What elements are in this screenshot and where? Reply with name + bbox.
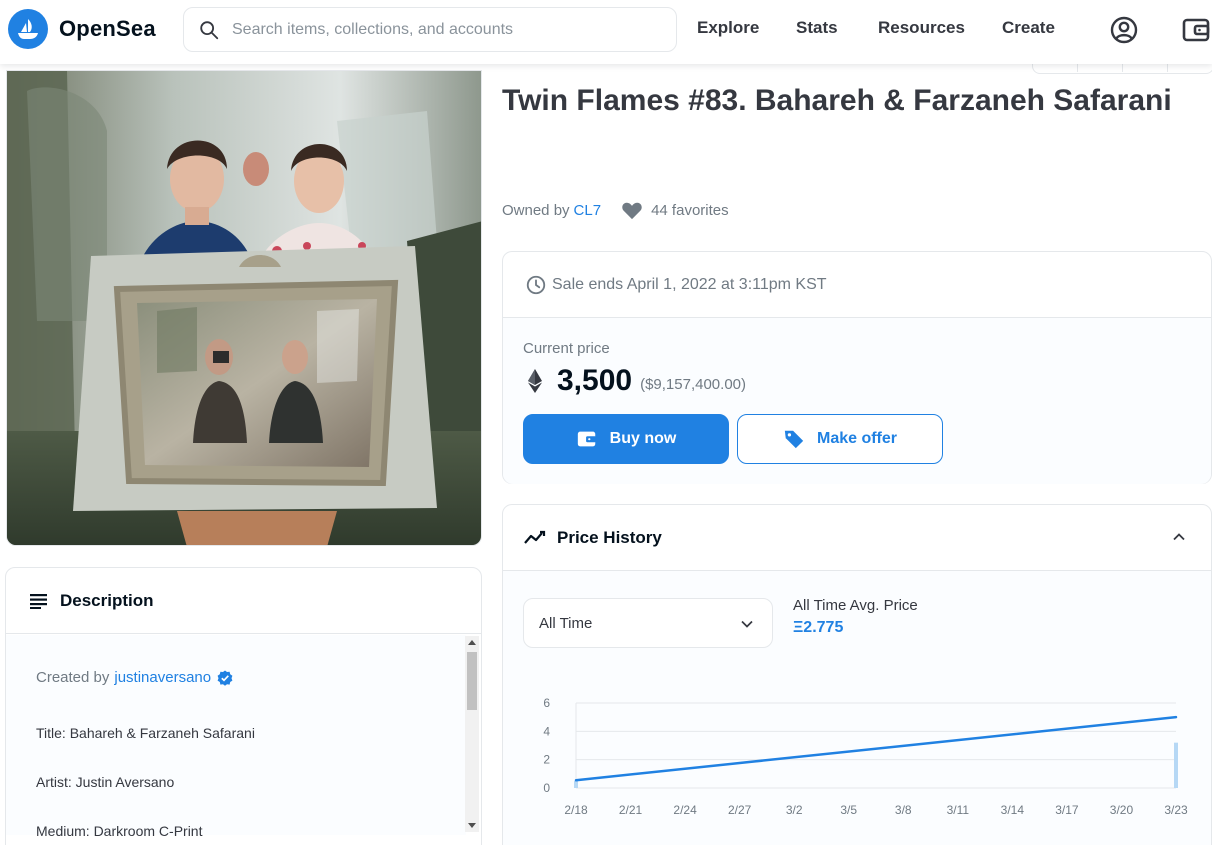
search-bar[interactable]: [183, 7, 677, 52]
price-row: 3,500 ($9,157,400.00): [527, 364, 746, 398]
owner-link[interactable]: CL7: [574, 202, 602, 219]
item-title: Twin Flames #83. Bahareh & Farzaneh Safa…: [502, 84, 1172, 117]
buy-now-label: Buy now: [609, 430, 677, 447]
chevron-up-icon[interactable]: [1171, 529, 1187, 545]
price-history-title: Price History: [557, 527, 662, 547]
clock-icon: [526, 275, 546, 294]
chart-price-line: [574, 715, 1178, 782]
nav-stats[interactable]: Stats: [796, 18, 838, 38]
nft-artwork-image[interactable]: [6, 70, 482, 546]
chart-x-tick-label: 3/14: [1001, 803, 1025, 817]
chart-y-tick-label: 6: [543, 696, 550, 710]
chart-y-tick-label: 0: [543, 781, 550, 795]
created-by-row: Created by justinaversano: [36, 669, 233, 686]
creator-link[interactable]: justinaversano: [114, 669, 211, 686]
scroll-thumb[interactable]: [467, 652, 477, 710]
wallet-icon[interactable]: [1180, 14, 1212, 46]
chart-volume-bar: [1174, 742, 1178, 788]
price-amount: 3,500: [557, 364, 633, 397]
menu-lines-icon: [30, 593, 47, 609]
brand-logo[interactable]: OpenSea: [8, 9, 156, 49]
price-section: Current price 3,500 ($9,157,400.00) Buy …: [503, 318, 1211, 484]
ethereum-icon: [528, 369, 542, 393]
favorites-count: 44 favorites: [651, 201, 729, 219]
avg-price-label: All Time Avg. Price: [793, 597, 918, 614]
sale-ends-row: Sale ends April 1, 2022 at 3:11pm KST: [503, 252, 1211, 318]
chart-x-tick-label: 3/23: [1164, 803, 1188, 817]
time-range-select[interactable]: All Time: [523, 598, 773, 648]
search-input[interactable]: [232, 20, 652, 39]
description-scrollbar[interactable]: [465, 636, 479, 832]
chart-x-tick-label: 3/11: [947, 803, 970, 817]
wallet-icon: [577, 431, 596, 447]
scroll-up-arrow-icon[interactable]: [468, 640, 476, 645]
make-offer-button[interactable]: Make offer: [737, 414, 943, 464]
buy-now-button[interactable]: Buy now: [523, 414, 729, 464]
chevron-down-icon: [741, 620, 753, 628]
nav-resources[interactable]: Resources: [878, 18, 965, 38]
price-usd: ($9,157,400.00): [640, 375, 746, 393]
chart-x-tick-label: 2/18: [564, 803, 588, 817]
description-panel: Description Created by justinaversano Ti…: [5, 567, 482, 845]
price-history-header[interactable]: Price History: [503, 505, 1211, 571]
brand-name: OpenSea: [59, 16, 156, 41]
top-nav: OpenSea Explore Stats Resources Create: [0, 0, 1212, 64]
time-range-value: All Time: [539, 614, 593, 632]
chart-x-tick-label: 3/8: [895, 803, 912, 817]
chart-x-tick-label: 3/20: [1110, 803, 1134, 817]
owner-row: Owned by CL7 44 favorites: [502, 200, 729, 220]
chart-x-tick-label: 3/5: [840, 803, 857, 817]
description-line-medium: Medium: Darkroom C-Print: [36, 823, 203, 839]
chart-x-tick-label: 3/2: [786, 803, 803, 817]
description-header[interactable]: Description: [6, 568, 481, 634]
nav-create[interactable]: Create: [1002, 18, 1055, 38]
chart-y-tick-label: 4: [543, 724, 550, 738]
chart-x-tick-label: 2/21: [619, 803, 643, 817]
price-history-panel: Price History All Time All Time Avg. Pri…: [502, 504, 1212, 845]
created-by-label: Created by: [36, 669, 110, 686]
description-line-title: Title: Bahareh & Farzaneh Safarani: [36, 725, 255, 741]
nav-explore[interactable]: Explore: [697, 18, 759, 38]
sale-card: Sale ends April 1, 2022 at 3:11pm KST Cu…: [502, 251, 1212, 484]
owned-by-label: Owned by: [502, 201, 570, 219]
price-history-body: All Time All Time Avg. Price Ξ2.775 0 2 4 6…: [503, 571, 1211, 845]
account-icon[interactable]: [1108, 14, 1140, 46]
opensea-logo-icon: [8, 9, 48, 49]
verified-badge-icon: [217, 670, 233, 686]
chart-volume-bar: [574, 780, 578, 788]
chart-x-tick-label: 2/27: [728, 803, 752, 817]
sale-ends-text: Sale ends April 1, 2022 at 3:11pm KST: [552, 275, 827, 293]
trend-line-icon: [524, 530, 546, 544]
chart-x-tick-label: 2/24: [673, 803, 697, 817]
heart-icon[interactable]: [621, 200, 643, 220]
avg-price-value: Ξ2.775: [793, 619, 844, 636]
make-offer-label: Make offer: [816, 430, 898, 447]
description-title: Description: [60, 590, 154, 610]
search-icon: [200, 20, 219, 39]
price-tag-icon: [784, 430, 804, 449]
artwork-illustration: [7, 71, 481, 545]
current-price-label: Current price: [523, 340, 610, 357]
price-history-chart[interactable]: 0 2 4 6 2/18 2/21 2/24 2/27 3/2 3/5 3/8 3/11 3/14 3/1…: [503, 681, 1211, 821]
scroll-down-arrow-icon[interactable]: [468, 823, 476, 828]
description-body: Created by justinaversano Title: Bahareh…: [6, 635, 466, 839]
chart-x-tick-label: 3/17: [1055, 803, 1079, 817]
description-line-artist: Artist: Justin Aversano: [36, 774, 175, 790]
chart-y-tick-label: 2: [543, 753, 550, 767]
